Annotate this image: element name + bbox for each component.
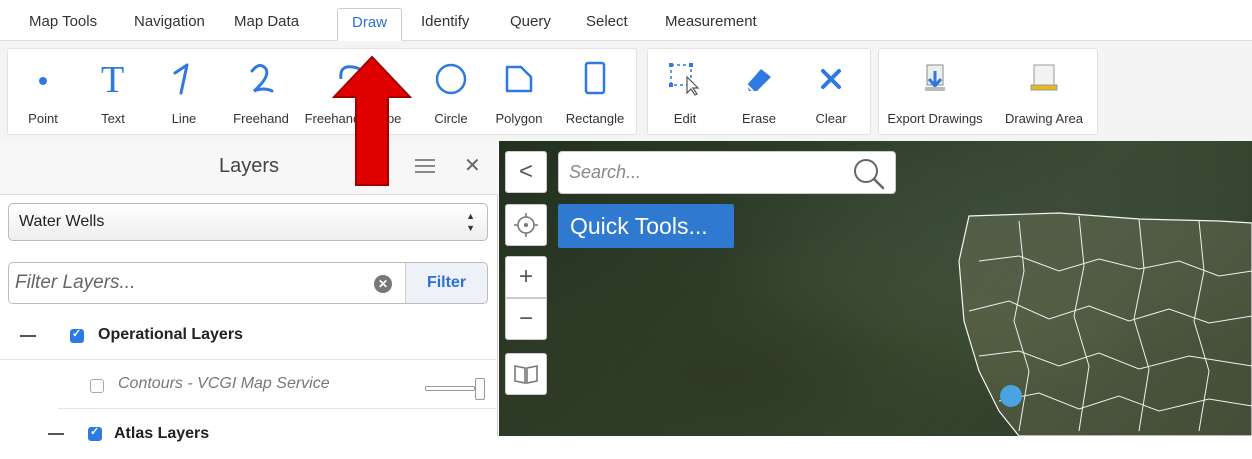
line-tool-button[interactable]: Line <box>156 49 212 134</box>
book-icon <box>514 365 538 384</box>
rectangle-tool-button[interactable]: Rectangle <box>556 49 634 134</box>
circle-tool-label: Circle <box>434 111 468 126</box>
zoom-out-button[interactable]: − <box>505 298 547 340</box>
tab-map-data[interactable]: Map Data <box>220 8 313 36</box>
line-tool-label: Line <box>171 111 197 126</box>
layer-row-operational[interactable]: Operational Layers <box>0 312 498 360</box>
crosshair-icon <box>514 213 538 237</box>
menu-icon[interactable] <box>415 159 435 175</box>
red-arrow-annotation <box>331 55 413 186</box>
edit-tool-label: Edit <box>673 111 697 126</box>
point-tool-button[interactable]: Point <box>13 49 73 134</box>
bookmarks-button[interactable] <box>505 353 547 395</box>
tab-measurement[interactable]: Measurement <box>651 8 771 36</box>
clear-filter-icon[interactable]: ✕ <box>374 275 392 293</box>
clear-tool-button[interactable]: Clear <box>798 49 864 134</box>
slider-track <box>425 386 475 391</box>
text-icon: T <box>101 61 124 97</box>
freehand-icon <box>250 64 274 93</box>
text-tool-button[interactable]: T Text <box>83 49 143 134</box>
atlas-layers-checkbox[interactable] <box>88 425 102 441</box>
contours-label: Contours - VCGI Map Service <box>118 375 330 392</box>
collapse-panel-button[interactable]: < <box>505 151 547 193</box>
layers-panel-header: Layers ✕ <box>0 141 498 195</box>
svg-text:T: T <box>101 61 124 97</box>
export-drawings-label: Export Drawings <box>887 111 983 126</box>
tab-query[interactable]: Query <box>496 8 565 36</box>
search-icon[interactable] <box>851 156 887 192</box>
zoom-in-button[interactable]: + <box>505 256 547 298</box>
map-search-input[interactable] <box>569 152 839 193</box>
top-tab-bar: Map Tools Navigation Map Data Draw Ident… <box>0 0 1252 41</box>
collapse-icon[interactable] <box>48 433 64 435</box>
layer-row-contours[interactable]: Contours - VCGI Map Service <box>58 361 498 409</box>
operational-layers-checkbox[interactable] <box>70 327 84 343</box>
tab-map-tools[interactable]: Map Tools <box>15 8 111 36</box>
freehand-tool-button[interactable]: Freehand <box>221 49 301 134</box>
tab-select[interactable]: Select <box>572 8 642 36</box>
tab-navigation[interactable]: Navigation <box>120 8 219 36</box>
collapse-icon[interactable] <box>20 335 36 337</box>
freehand-tool-label: Freehand <box>233 111 289 126</box>
polygon-tool-button[interactable]: Polygon <box>486 49 552 134</box>
locate-button[interactable] <box>505 204 547 246</box>
contours-checkbox[interactable] <box>90 379 104 393</box>
circle-icon <box>435 63 467 95</box>
rectangle-tool-label: Rectangle <box>565 111 625 126</box>
filter-button[interactable]: Filter <box>405 263 487 303</box>
line-icon <box>173 63 189 95</box>
drawing-area-button[interactable]: Drawing Area <box>993 49 1095 134</box>
location-marker[interactable] <box>1000 385 1022 407</box>
rectangle-icon <box>584 61 606 95</box>
operational-layers-label: Operational Layers <box>98 326 243 343</box>
quick-tools-button[interactable]: Quick Tools... <box>558 204 734 248</box>
map-search-box <box>558 151 896 194</box>
edit-tool-button[interactable]: Edit <box>654 49 716 134</box>
clear-x-icon <box>821 69 841 89</box>
eraser-icon <box>746 69 771 92</box>
point-tool-label: Point <box>28 111 58 126</box>
export-drawings-button[interactable]: Export Drawings <box>881 49 989 134</box>
layer-row-atlas[interactable]: Atlas Layers <box>0 411 498 459</box>
export-tools-group: Export Drawings Drawing Area <box>878 48 1098 135</box>
layer-select-dropdown[interactable]: Water Wells ▲ ▼ <box>8 203 488 241</box>
atlas-layers-label: Atlas Layers <box>114 425 210 442</box>
layers-panel: Layers ✕ Water Wells ▲▼ ✕ Filter Operati… <box>0 141 498 442</box>
filter-layers-input[interactable] <box>9 263 409 303</box>
point-icon <box>39 77 47 85</box>
polygon-tool-label: Polygon <box>495 111 543 126</box>
draw-ribbon: Point T Text Line Freehand Freehand Shap… <box>0 41 1252 141</box>
clear-tool-label: Clear <box>815 111 847 126</box>
erase-tool-label: Erase <box>742 111 776 126</box>
layer-select-value: Water Wells <box>19 213 105 230</box>
contours-opacity-slider[interactable] <box>425 378 485 400</box>
edit-select-icon <box>669 63 700 96</box>
circle-tool-button[interactable]: Circle <box>420 49 482 134</box>
drawing-area-label: Drawing Area <box>1004 111 1084 126</box>
map-view[interactable]: < Quick Tools... + − <box>499 141 1252 436</box>
polygon-icon <box>505 65 533 93</box>
drawing-area-icon <box>1030 64 1058 91</box>
filter-layers-box: ✕ Filter <box>8 262 488 304</box>
tab-draw[interactable]: Draw <box>337 8 403 41</box>
tab-identify[interactable]: Identify <box>407 8 483 36</box>
close-icon[interactable]: ✕ <box>464 153 481 178</box>
export-icon <box>925 64 945 91</box>
draw-tools-group: Point T Text Line Freehand Freehand Shap… <box>7 48 637 135</box>
text-tool-label: Text <box>101 111 125 126</box>
select-arrows-icon: ▲ ▼ <box>466 211 475 233</box>
erase-tool-button[interactable]: Erase <box>726 49 792 134</box>
slider-thumb[interactable] <box>475 378 485 400</box>
edit-tools-group: Edit Erase Clear <box>647 48 871 135</box>
